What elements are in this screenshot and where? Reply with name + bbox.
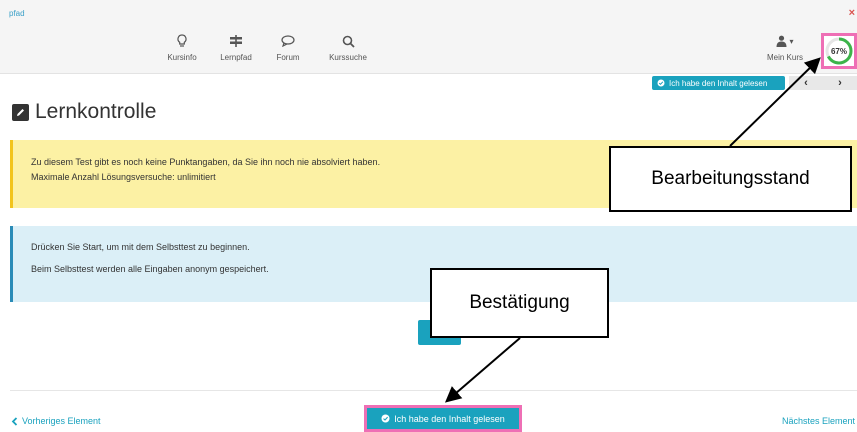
callout-bearbeitungsstand: Bearbeitungsstand [609, 146, 852, 212]
progress-indicator[interactable]: 67% [821, 33, 857, 69]
chevron-left-icon [11, 416, 18, 426]
chevron-left-icon: ‹ [804, 77, 808, 89]
lightbulb-icon [176, 32, 188, 50]
progress-percent: 67% [830, 46, 847, 56]
edit-icon [12, 103, 29, 121]
prev-arrow-button[interactable]: ‹ [789, 76, 823, 90]
mark-read-button-bottom[interactable]: Ich habe den Inhalt gelesen [364, 405, 522, 432]
nav-kurssuche[interactable]: Kurssuche [320, 32, 376, 62]
mark-read-label-bottom: Ich habe den Inhalt gelesen [394, 413, 505, 424]
user-menu-label: Mein Kurs [766, 53, 803, 62]
top-bar: pfad × Kursinfo Lernpfad Forum Kurssuche… [0, 0, 857, 74]
nav-kursinfo-label: Kursinfo [167, 53, 197, 62]
callout-bestaetigung: Bestätigung [430, 268, 609, 338]
nav-kursinfo[interactable]: Kursinfo [154, 32, 210, 62]
page-title: Lernkontrolle [12, 100, 156, 124]
page-title-text: Lernkontrolle [35, 100, 157, 123]
mark-read-label-top: Ich habe den Inhalt gelesen [669, 78, 768, 88]
nav-lernpfad[interactable]: Lernpfad [208, 32, 264, 62]
info-line: Drücken Sie Start, um mit dem Selbsttest… [31, 242, 250, 252]
chat-icon [281, 32, 295, 50]
previous-element-label: Vorheriges Element [22, 416, 101, 426]
nav-forum-label: Forum [276, 53, 300, 62]
previous-element-link[interactable]: Vorheriges Element [11, 416, 101, 426]
brand-link[interactable]: pfad [9, 9, 25, 18]
caret-down-icon: ▾ [789, 36, 794, 46]
user-menu[interactable]: ▾ Mein Kurs [758, 32, 812, 62]
signpost-icon [229, 32, 243, 50]
user-icon: ▾ [776, 32, 794, 50]
nav-kurssuche-label: Kurssuche [329, 53, 367, 62]
chevron-right-icon: › [838, 77, 842, 89]
nav-lernpfad-label: Lernpfad [220, 53, 252, 62]
next-element-link[interactable]: Nächstes Element [782, 416, 855, 426]
check-circle-icon [381, 414, 390, 423]
footer-divider [10, 390, 857, 391]
next-arrow-button[interactable]: › [823, 76, 857, 90]
search-icon [342, 32, 355, 50]
nav-forum[interactable]: Forum [260, 32, 316, 62]
check-circle-icon [657, 79, 665, 87]
mark-read-button-top[interactable]: Ich habe den Inhalt gelesen [652, 76, 785, 90]
close-icon[interactable]: × [849, 7, 855, 19]
